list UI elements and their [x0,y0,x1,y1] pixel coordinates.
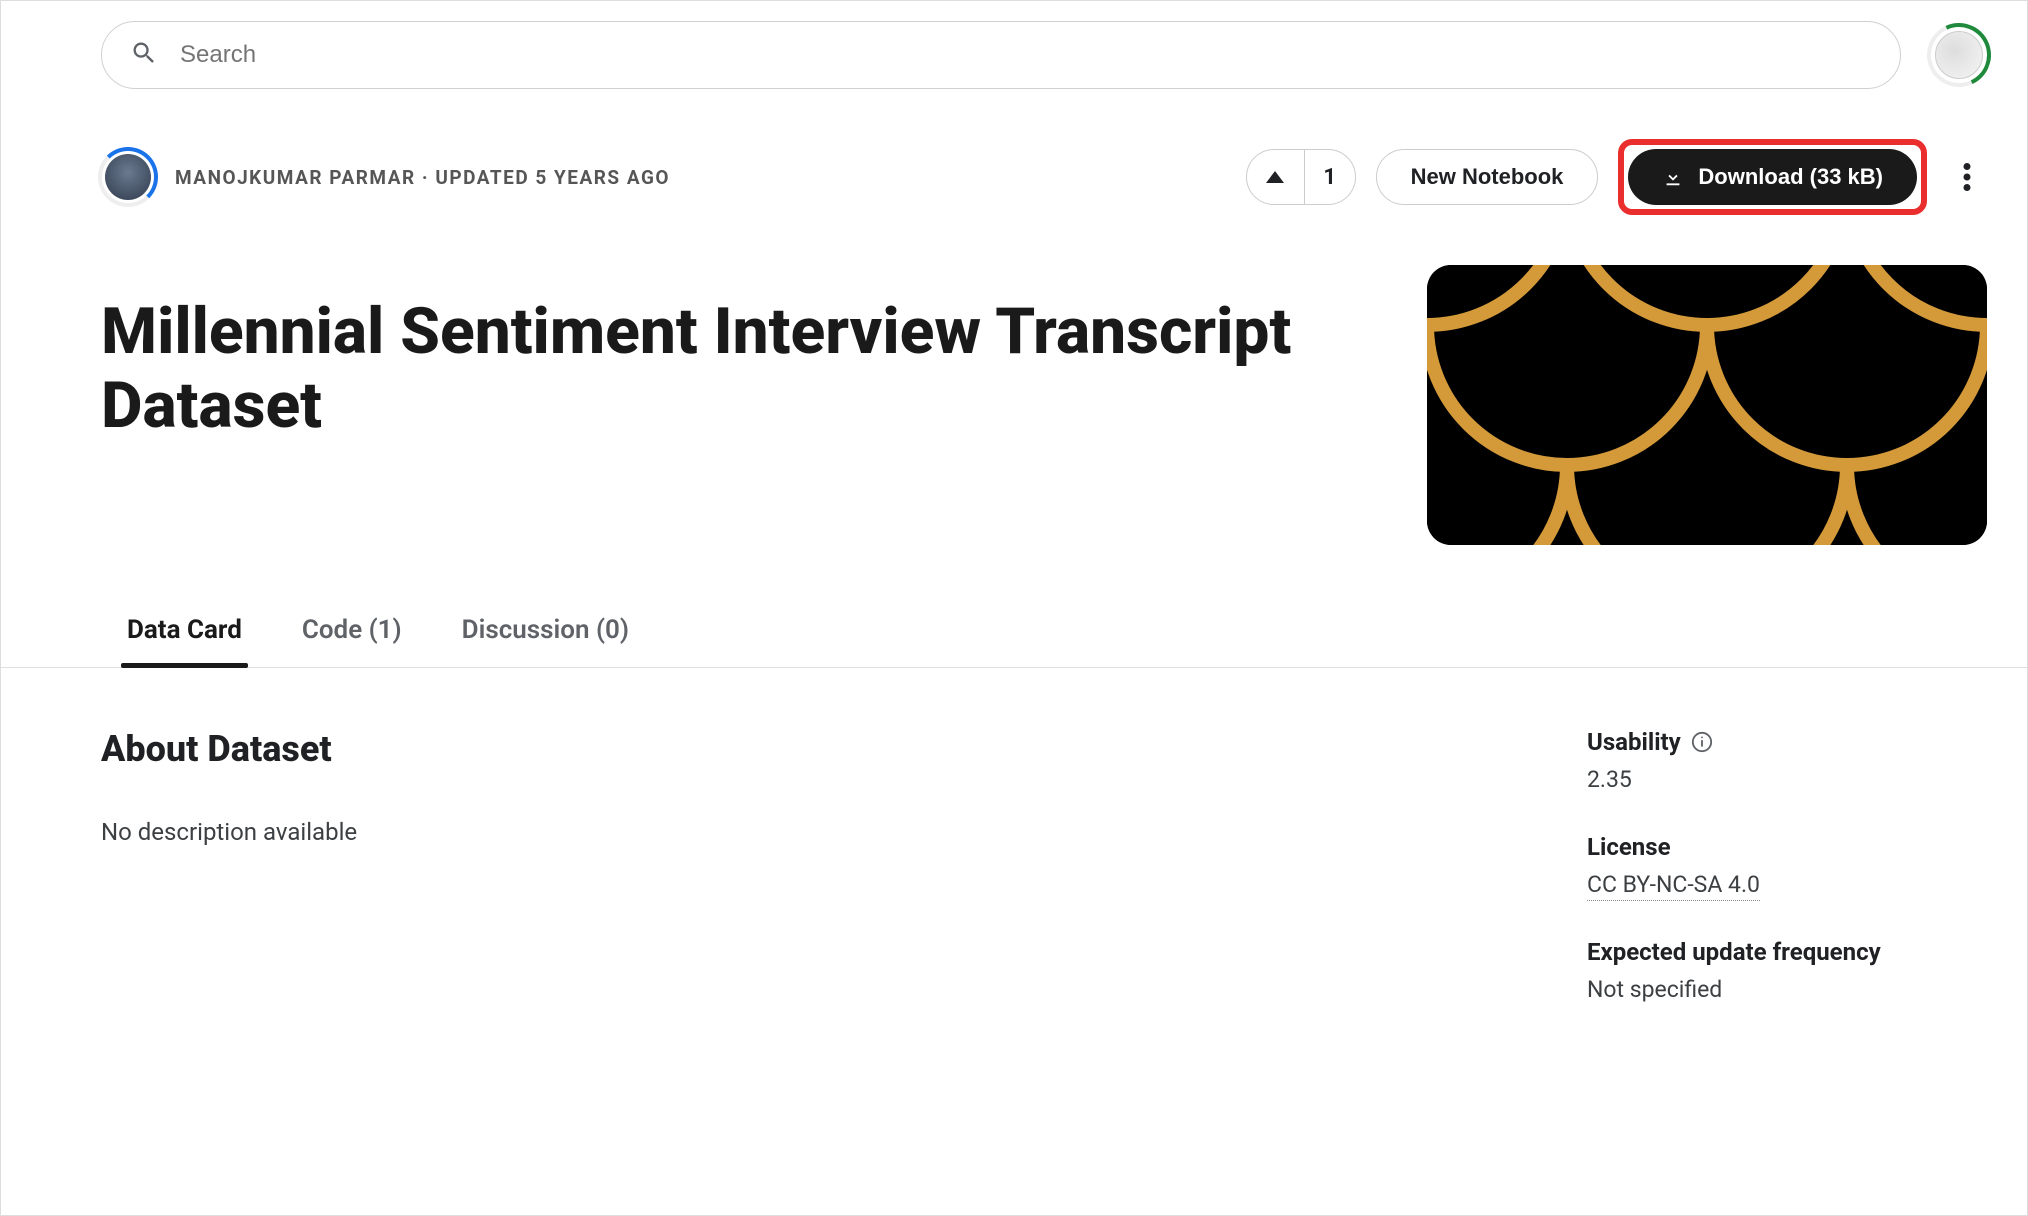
tab-discussion[interactable]: Discussion (0) [456,615,635,667]
dataset-title: Millennial Sentiment Interview Transcrip… [101,265,1387,545]
owner-name[interactable]: MANOJKUMAR PARMAR [175,166,416,189]
new-notebook-button[interactable]: New Notebook [1376,149,1599,205]
update-freq-value: Not specified [1587,976,1987,1003]
usability-label: Usability [1587,728,1681,756]
user-avatar[interactable] [1931,27,1987,83]
tab-code[interactable]: Code (1) [296,615,408,667]
license-link[interactable]: CC BY-NC-SA 4.0 [1587,871,1760,901]
license-label: License [1587,833,1987,861]
info-icon[interactable] [1691,731,1713,753]
more-vertical-icon [1963,163,1971,191]
upvote-button[interactable] [1247,150,1305,204]
download-icon [1662,166,1684,188]
update-freq-block: Expected update frequency Not specified [1587,938,1987,1003]
usability-block: Usability 2.35 [1587,728,1987,793]
about-description: No description available [101,818,1507,846]
about-heading: About Dataset [101,728,1507,770]
search-icon [130,39,158,71]
caret-up-icon [1266,171,1284,183]
download-highlight: Download (33 kB) [1618,139,1927,215]
search-bar[interactable] [101,21,1901,89]
owner-avatar[interactable] [101,150,155,204]
dataset-cover-image [1427,265,1987,545]
vote-count: 1 [1305,165,1355,190]
license-block: License CC BY-NC-SA 4.0 [1587,833,1987,898]
download-button[interactable]: Download (33 kB) [1628,149,1917,205]
search-input[interactable] [180,41,1872,69]
update-freq-label: Expected update frequency [1587,938,1987,966]
owner-meta: MANOJKUMAR PARMAR · UPDATED 5 YEARS AGO [175,166,670,189]
usability-value: 2.35 [1587,766,1987,793]
download-label: Download (33 kB) [1698,164,1883,190]
tab-data-card[interactable]: Data Card [121,615,248,667]
updated-ago: UPDATED 5 YEARS AGO [435,166,670,189]
tabs: Data Card Code (1) Discussion (0) [1,615,2027,668]
vote-pill: 1 [1246,149,1356,205]
more-menu-button[interactable] [1947,157,1987,197]
